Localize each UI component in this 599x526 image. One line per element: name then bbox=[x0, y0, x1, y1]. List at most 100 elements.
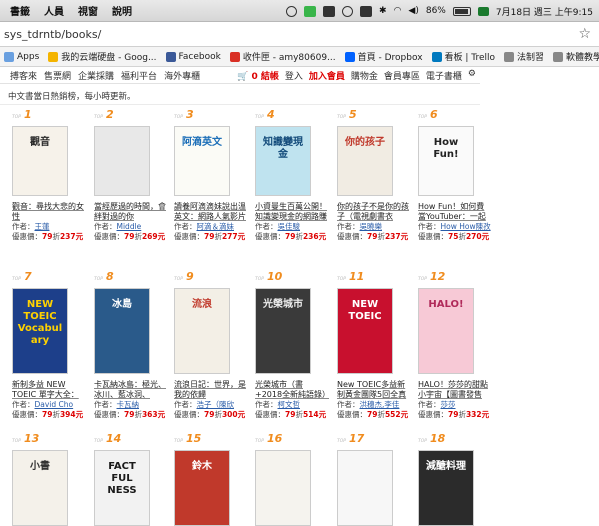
bluetooth-icon[interactable]: ✱ bbox=[379, 6, 387, 16]
book-title-link[interactable]: 小資曼生百萬公開！知識變現金的網路賺 bbox=[255, 202, 329, 222]
dropbox-icon[interactable] bbox=[360, 5, 373, 17]
author-prefix: 作者： bbox=[94, 400, 117, 409]
discount-suffix: 折 bbox=[214, 410, 222, 419]
author-link[interactable]: 吳佳駿 bbox=[278, 222, 301, 231]
sync-icon[interactable] bbox=[286, 5, 298, 17]
book-title-link[interactable]: 流浪日記：世界，是我的依歸 bbox=[174, 380, 248, 400]
menu-people[interactable]: 人員 bbox=[44, 3, 64, 18]
bookmark-item[interactable]: 我的云端硬盘 - Goog... bbox=[48, 50, 157, 63]
book-title-link[interactable]: 卡瓦納冰島：極光、冰川、藍冰洞、 bbox=[94, 380, 168, 400]
author-prefix: 作者： bbox=[418, 400, 441, 409]
join-link[interactable]: 加入會員 bbox=[309, 69, 345, 82]
menu-bookmarks[interactable]: 書籤 bbox=[10, 3, 30, 18]
nav-link-books[interactable]: 搏客來 bbox=[10, 69, 37, 82]
bookmark-label: 軟體教學網 bbox=[566, 53, 599, 63]
upload-icon[interactable] bbox=[342, 5, 354, 17]
book-cover-image[interactable]: 鈴木 bbox=[174, 450, 230, 526]
bookmark-item[interactable]: 軟體教學網 bbox=[553, 50, 599, 63]
book-title-link[interactable]: 觀音：尋找大悲的女性 bbox=[12, 202, 86, 222]
book-title-link[interactable]: 新制多益 NEW TOEIC 單字大全： bbox=[12, 380, 86, 400]
rank-label: TOP 7 bbox=[12, 270, 86, 284]
book-cover-image[interactable]: 你的孩子 bbox=[337, 126, 393, 196]
book-title-link[interactable]: How Fun！如何費當YouTuber：一起開 bbox=[418, 202, 492, 222]
battery-icon[interactable] bbox=[452, 6, 471, 16]
bookmark-item[interactable]: 首頁 - Dropbox bbox=[344, 50, 423, 63]
author-link[interactable]: 莎莎 bbox=[441, 400, 456, 409]
book-title-link[interactable]: 當經歷過的時間，會絆對過的你 bbox=[94, 202, 168, 222]
author-link[interactable]: 阿滴＆滴妹 bbox=[197, 222, 235, 231]
bookmark-star-icon[interactable]: ☆ bbox=[578, 26, 591, 42]
book-cover-image[interactable]: 觀音 bbox=[12, 126, 68, 196]
nav-link-voucher[interactable]: 購物金 bbox=[351, 69, 378, 82]
book-cover-image[interactable]: 減醣料理 bbox=[418, 450, 474, 526]
book-title-link[interactable]: 光榮城市（書+2018全新純語錄） bbox=[255, 380, 329, 400]
author-link[interactable]: 柯文哲 bbox=[278, 400, 301, 409]
menu-help[interactable]: 說明 bbox=[112, 3, 132, 18]
author-prefix: 作者： bbox=[12, 222, 35, 231]
bookmark-item[interactable]: Facebook bbox=[165, 51, 221, 62]
author-link[interactable]: Middle bbox=[117, 222, 142, 231]
nav-link-enterprise[interactable]: 企業採購 bbox=[78, 69, 114, 82]
cart-button[interactable]: 🛒 0 結帳 bbox=[237, 69, 279, 82]
book-cover-image[interactable]: HALO! bbox=[418, 288, 474, 374]
bookmark-item[interactable]: 看板 | Trello bbox=[431, 50, 495, 63]
bookmark-item[interactable]: 收件匣 - amy80609... bbox=[229, 50, 336, 63]
book-title-link[interactable]: New TOEIC多益新制黃金團隊5回全真 bbox=[337, 380, 411, 400]
author-link[interactable]: 浩子（陳欣 bbox=[197, 400, 235, 409]
book-cover-image[interactable]: FACT FUL NESS bbox=[94, 450, 150, 526]
book-author: 作者：吳佳駿 bbox=[255, 222, 329, 232]
book-cover-image[interactable]: 流浪 bbox=[174, 288, 230, 374]
book-cover-image[interactable] bbox=[337, 450, 393, 526]
bookmark-favicon-icon bbox=[229, 51, 240, 62]
book-title-link[interactable]: 讀養阿滴滴妹說出溫英文：網路人氣影片 bbox=[174, 202, 248, 222]
nav-link-ebook[interactable]: 電子書櫃 bbox=[426, 69, 462, 82]
book-card: TOP 2 當經歷過的時間，會絆對過的你 作者：Middle 優惠價：79折269元 bbox=[94, 108, 168, 242]
author-link[interactable]: 王蓮 bbox=[35, 222, 50, 231]
author-link[interactable]: 洪穗杰,李佳 bbox=[360, 400, 400, 409]
notes-icon[interactable] bbox=[323, 5, 336, 17]
author-link[interactable]: David Cho bbox=[35, 400, 74, 409]
settings-gear-icon[interactable]: ⚙ bbox=[468, 69, 476, 82]
author-link[interactable]: 吳曉樂 bbox=[360, 222, 383, 231]
cover-title-text: 鈴木 bbox=[192, 461, 212, 472]
book-title-link[interactable]: 你的孩子不是你的孩子（電視劇書衣 bbox=[337, 202, 411, 222]
line-icon[interactable] bbox=[304, 5, 317, 17]
nav-link-welfare[interactable]: 福利平台 bbox=[121, 69, 157, 82]
book-cover-image[interactable] bbox=[94, 126, 150, 196]
cover-title-text: 觀音 bbox=[30, 137, 50, 148]
book-cover-image[interactable]: NEW TOEIC Vocabulary bbox=[12, 288, 68, 374]
bookmark-item[interactable]: Apps bbox=[4, 51, 39, 62]
volume-icon[interactable]: ◀) bbox=[408, 6, 418, 16]
price-prefix: 優惠價： bbox=[12, 232, 42, 241]
author-link[interactable]: How How陳孜 bbox=[441, 222, 491, 231]
nav-link-member[interactable]: 會員專區 bbox=[384, 69, 420, 82]
clock[interactable]: 7月18日 週三 上午9:15 bbox=[496, 5, 593, 18]
bookmark-favicon-icon bbox=[431, 51, 442, 62]
address-bar[interactable]: sys_tdrntb/books/ ☆ bbox=[0, 23, 599, 47]
book-cover-image[interactable] bbox=[255, 450, 311, 526]
nav-link-overseas[interactable]: 海外專櫃 bbox=[164, 69, 200, 82]
book-cover-image[interactable]: 冰島 bbox=[94, 288, 150, 374]
price-value: 277元 bbox=[221, 232, 246, 241]
book-cover-image[interactable]: 光榮城市 bbox=[255, 288, 311, 374]
rank-top-text: TOP bbox=[174, 277, 184, 282]
flag-icon[interactable] bbox=[477, 6, 489, 16]
login-link[interactable]: 登入 bbox=[285, 69, 303, 82]
discount-value: 79 bbox=[42, 232, 53, 241]
book-cover-image[interactable]: 知識變現金 bbox=[255, 126, 311, 196]
book-cover-image[interactable]: NEW TOEIC bbox=[337, 288, 393, 374]
book-cover-image[interactable]: 小書 bbox=[12, 450, 68, 526]
wifi-icon[interactable]: ◠ bbox=[394, 6, 402, 16]
book-card: TOP 4 知識變現金 小資曼生百萬公開！知識變現金的網路賺 作者：吳佳駿 優惠價：79折… bbox=[255, 108, 329, 242]
bookmark-item[interactable]: 法制習 bbox=[504, 50, 544, 63]
menu-window[interactable]: 視窗 bbox=[78, 3, 98, 18]
book-cover-image[interactable]: How Fun! bbox=[418, 126, 474, 196]
nav-link-tickets[interactable]: 售票網 bbox=[44, 69, 71, 82]
book-title-link[interactable]: HALO！莎莎的甜點小宇宙【圖書發售 莎 bbox=[418, 380, 492, 400]
rank-top-text: TOP bbox=[94, 277, 104, 282]
author-link[interactable]: 卡瓦納 bbox=[117, 400, 140, 409]
book-cover-image[interactable]: 阿滴英文 bbox=[174, 126, 230, 196]
book-card: TOP 10 光榮城市 光榮城市（書+2018全新純語錄） 作者：柯文哲 優惠價：79折5… bbox=[255, 270, 329, 420]
url-text[interactable]: sys_tdrntb/books/ bbox=[0, 28, 101, 41]
rank-number: 13 bbox=[24, 432, 40, 445]
